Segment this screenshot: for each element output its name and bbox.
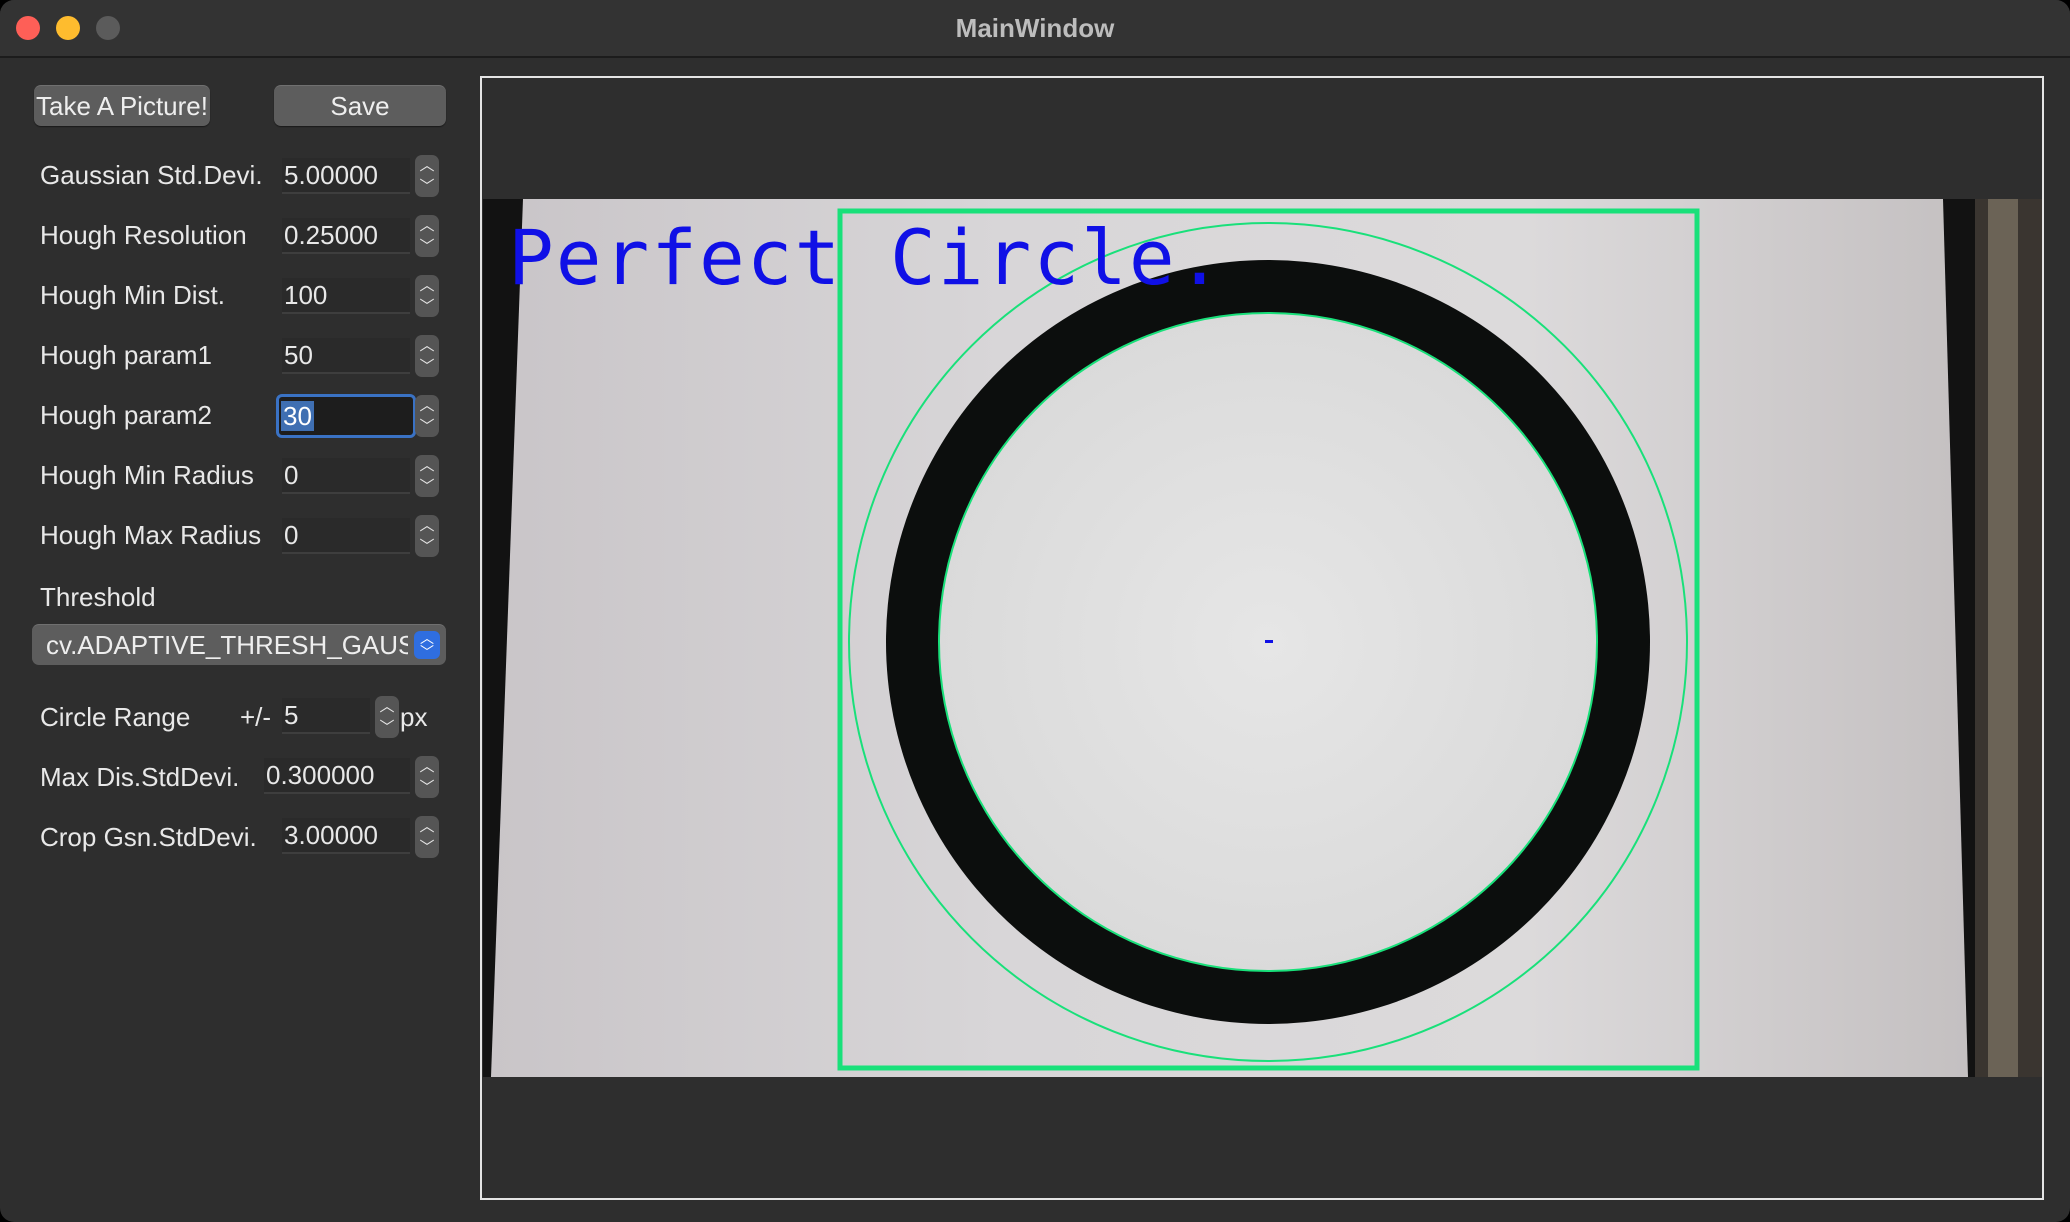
hough-min-radius-label: Hough Min Radius <box>40 460 254 490</box>
crop-gsn-stddevi-label: Crop Gsn.StdDevi. <box>40 822 257 852</box>
window-title: MainWindow <box>955 13 1115 43</box>
main-window: MainWindow Take A Picture! Save Gaussian… <box>0 0 2070 1222</box>
updown-arrows-icon: ︿ ﹀ <box>414 631 440 659</box>
threshold-label: Threshold <box>40 582 156 612</box>
table-edge-highlight <box>1988 199 2018 1077</box>
hough-resolution-input[interactable]: 0.25000 <box>282 218 410 254</box>
chevron-up-icon[interactable]: ︿ <box>415 455 439 476</box>
hough-min-radius-input[interactable]: 0 <box>282 458 410 494</box>
chevron-up-icon[interactable]: ︿ <box>415 155 439 176</box>
hough-param1-label: Hough param1 <box>40 340 212 370</box>
chevron-up-icon[interactable]: ︿ <box>415 215 439 236</box>
hough-param1-input[interactable]: 50 <box>282 338 410 374</box>
hough-param2-stepper[interactable]: ︿ ﹀ <box>415 395 439 437</box>
hough-min-dist-input[interactable]: 100 <box>282 278 410 314</box>
hough-min-dist-label: Hough Min Dist. <box>40 280 225 310</box>
chevron-up-icon[interactable]: ︿ <box>415 395 439 416</box>
chevron-down-icon[interactable]: ﹀ <box>415 777 439 798</box>
save-button[interactable]: Save <box>274 85 446 126</box>
chevron-up-icon[interactable]: ︿ <box>415 756 439 777</box>
circle-range-label: Circle Range <box>40 702 191 732</box>
hough-resolution-label: Hough Resolution <box>40 220 247 250</box>
title-bar: MainWindow <box>0 0 2070 58</box>
hough-param1-stepper[interactable]: ︿ ﹀ <box>415 335 439 377</box>
circle-range-input[interactable]: 5 <box>282 698 370 734</box>
gaussian-input[interactable]: 5.00000 <box>282 158 410 194</box>
hough-max-radius-input[interactable]: 0 <box>282 518 410 554</box>
hough-param2-label: Hough param2 <box>40 400 212 430</box>
center-marker <box>1265 640 1273 643</box>
max-dis-stddevi-label: Max Dis.StdDevi. <box>40 762 240 792</box>
chevron-down-icon[interactable]: ﹀ <box>415 476 439 497</box>
hough-min-radius-stepper[interactable]: ︿ ﹀ <box>415 455 439 497</box>
hough-param2-input[interactable]: 30 <box>276 394 416 438</box>
max-dis-stddevi-stepper[interactable]: ︿ ﹀ <box>415 756 439 798</box>
camera-image: Perfect Circle. <box>483 199 2042 1077</box>
overlay-result-text: Perfect Circle. <box>508 213 1224 302</box>
threshold-select[interactable]: cv.ADAPTIVE_THRESH_GAUSSIAN_C ︿﹀ <box>32 624 446 665</box>
chevron-up-icon[interactable]: ︿ <box>415 275 439 296</box>
gaussian-label: Gaussian Std.Devi. <box>40 160 263 190</box>
chevron-up-icon[interactable]: ︿ <box>415 515 439 536</box>
chevron-up-icon[interactable]: ︿ <box>415 816 439 837</box>
chevron-down-icon[interactable]: ﹀ <box>415 296 439 317</box>
take-picture-button[interactable]: Take A Picture! <box>34 85 210 126</box>
crop-gsn-stddevi-input[interactable]: 3.00000 <box>282 818 410 854</box>
hough-max-radius-label: Hough Max Radius <box>40 520 262 550</box>
crop-gsn-stddevi-stepper[interactable]: ︿ ﹀ <box>415 816 439 858</box>
circle-range-prefix: +/- <box>240 702 272 732</box>
camera-preview: Perfect Circle. <box>480 76 2044 1200</box>
hough-resolution-stepper[interactable]: ︿ ﹀ <box>415 215 439 257</box>
chevron-down-icon[interactable]: ﹀ <box>415 236 439 257</box>
threshold-selected-value: cv.ADAPTIVE_THRESH_GAUSSIAN_C <box>46 630 408 660</box>
chevron-down-icon[interactable]: ﹀ <box>415 536 439 557</box>
chevron-down-icon[interactable]: ﹀ <box>415 416 439 437</box>
chevron-down-icon[interactable]: ﹀ <box>415 837 439 858</box>
circle-range-unit: px <box>400 702 428 732</box>
gaussian-stepper[interactable]: ︿ ﹀ <box>415 155 439 197</box>
chevron-down-icon[interactable]: ﹀ <box>375 717 399 738</box>
max-dis-stddevi-input[interactable]: 0.300000 <box>264 758 410 794</box>
chevron-down-icon[interactable]: ﹀ <box>415 176 439 197</box>
hough-max-radius-stepper[interactable]: ︿ ﹀ <box>415 515 439 557</box>
hough-min-dist-stepper[interactable]: ︿ ﹀ <box>415 275 439 317</box>
chevron-down-icon[interactable]: ﹀ <box>415 356 439 377</box>
circle-range-stepper[interactable]: ︿ ﹀ <box>375 696 399 738</box>
chevron-up-icon[interactable]: ︿ <box>375 696 399 717</box>
chevron-up-icon[interactable]: ︿ <box>415 335 439 356</box>
